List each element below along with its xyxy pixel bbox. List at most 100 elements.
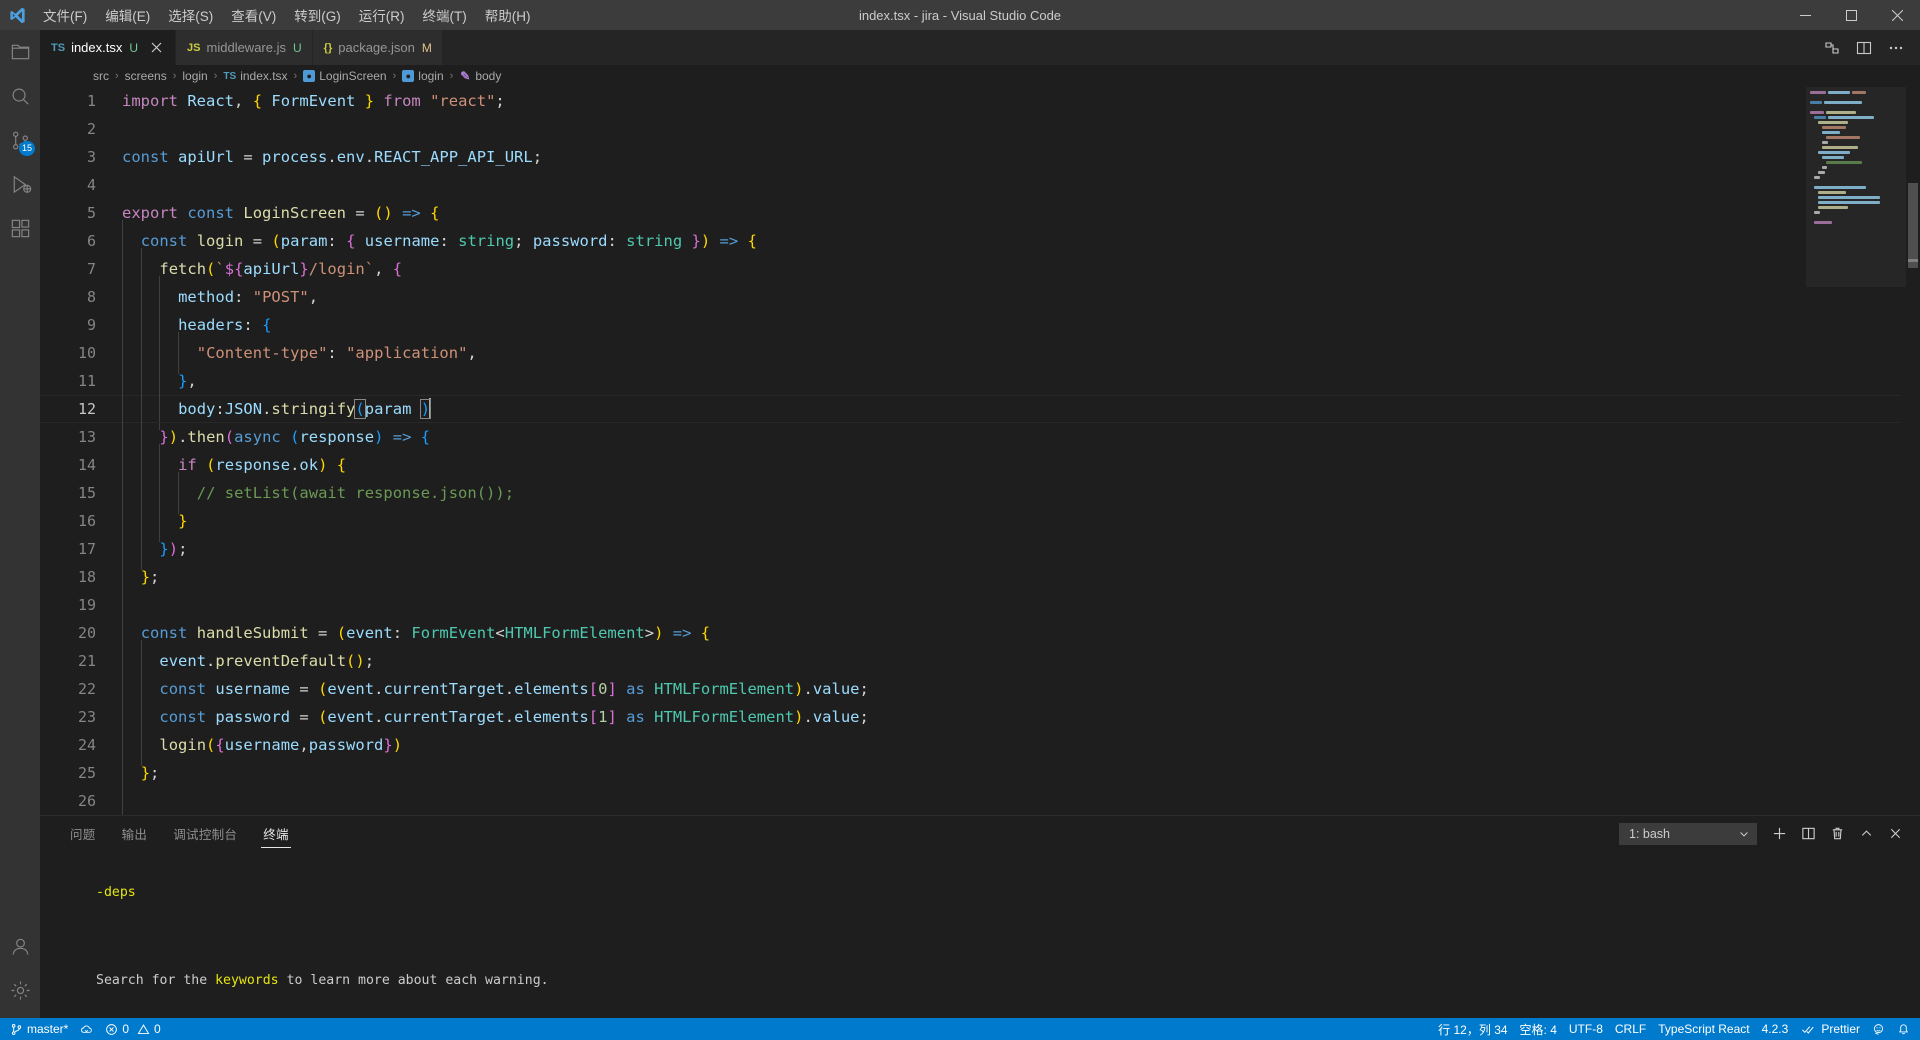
menu-go[interactable]: 转到(G) <box>285 0 350 30</box>
prettier-status[interactable]: Prettier <box>1794 1018 1866 1040</box>
code-line[interactable]: 8 method: "POST", <box>40 276 1920 318</box>
menu-bar[interactable]: 文件(F) 编辑(E) 选择(S) 查看(V) 转到(G) 运行(R) 终端(T… <box>34 0 540 30</box>
breadcrumb-label: LoginScreen <box>319 69 387 83</box>
split-editor-right-icon[interactable] <box>1850 34 1878 62</box>
code-line[interactable]: 2 <box>40 115 1920 143</box>
code-line[interactable]: 9 headers: { <box>40 304 1920 346</box>
line-number: 13 <box>77 428 96 446</box>
breadcrumb-label: body <box>475 69 502 83</box>
editor-indentation[interactable]: 空格: 4 <box>1514 1018 1563 1040</box>
code-line[interactable]: 7 fetch(`${apiUrl}/login`, { <box>40 248 1920 290</box>
settings-gear-icon[interactable] <box>0 968 40 1012</box>
breadcrumb-item-index-tsx[interactable]: TS index.tsx <box>221 69 289 83</box>
code-line[interactable]: 26 <box>40 780 1920 815</box>
code-scroll-region[interactable]: 1 import React, { FormEvent } from "react… <box>40 87 1920 815</box>
panel-tab-problems[interactable]: 问题 <box>60 816 106 851</box>
panel-tab-debug-console[interactable]: 调试控制台 <box>163 816 247 851</box>
run-and-debug-icon[interactable] <box>1818 34 1846 62</box>
line-number: 10 <box>77 344 96 362</box>
breadcrumb-item-screens[interactable]: screens <box>123 69 169 83</box>
code-line[interactable]: 6 const login = (param: { username: stri… <box>40 220 1920 262</box>
split-terminal-button[interactable] <box>1795 821 1821 847</box>
notifications-button[interactable] <box>1891 1018 1916 1040</box>
problems-indicator[interactable]: 0 0 <box>99 1018 166 1040</box>
breadcrumb-item-body[interactable]: ✎ body <box>457 69 503 83</box>
kill-terminal-button[interactable] <box>1824 821 1850 847</box>
extensions-icon[interactable] <box>0 206 40 250</box>
accounts-icon[interactable] <box>0 924 40 968</box>
code-line[interactable]: 20 const handleSubmit = (event: FormEven… <box>40 612 1920 654</box>
breadcrumb-separator: › <box>213 70 218 82</box>
tab-index-tsx[interactable]: TS index.tsx U <box>40 30 177 65</box>
code-line[interactable]: 19 <box>40 584 1920 626</box>
breadcrumb-label: screens <box>124 69 167 83</box>
maximize-panel-button[interactable] <box>1853 821 1879 847</box>
terminal-output[interactable]: -deps Search for the keywords to learn m… <box>40 851 1920 1018</box>
breadcrumb-item-loginscreen[interactable]: ● LoginScreen <box>301 69 388 83</box>
sync-changes-button[interactable] <box>74 1018 99 1040</box>
run-debug-icon[interactable] <box>0 162 40 206</box>
activity-bar: 15 <box>0 30 40 1018</box>
code-line[interactable]: 25 }; <box>40 752 1920 794</box>
code-line[interactable]: 17 }); <box>40 528 1920 570</box>
tab-middleware-js[interactable]: JS middleware.js U <box>176 30 313 65</box>
source-control-icon[interactable]: 15 <box>0 118 40 162</box>
code-line[interactable]: 23 const password = (event.currentTarget… <box>40 696 1920 738</box>
code-line[interactable]: 14 if (response.ok) { <box>40 444 1920 486</box>
tab-package-json[interactable]: {} package.json M <box>312 30 443 65</box>
overview-ruler-mark <box>1908 259 1918 262</box>
code-line[interactable]: 11 }, <box>40 360 1920 402</box>
editor-language[interactable]: TypeScript React <box>1652 1018 1755 1040</box>
code-line[interactable]: 10 "Content-type": "application", <box>40 332 1920 374</box>
terminal-select[interactable]: 1: bash <box>1619 822 1757 845</box>
minimize-button[interactable] <box>1782 0 1828 30</box>
editor-position[interactable]: 行 12，列 34 <box>1432 1018 1513 1040</box>
typescript-version[interactable]: 4.2.3 <box>1756 1018 1795 1040</box>
line-content: }).then(async (response) => { <box>122 416 1920 458</box>
code-line[interactable]: 18 }; <box>40 556 1920 598</box>
menu-file[interactable]: 文件(F) <box>34 0 96 30</box>
editor-encoding[interactable]: UTF-8 <box>1563 1018 1609 1040</box>
explorer-icon[interactable] <box>0 30 40 74</box>
warning-icon <box>137 1023 150 1034</box>
branch-indicator[interactable]: master* <box>4 1018 74 1040</box>
code-editor[interactable]: 1 import React, { FormEvent } from "react… <box>40 87 1920 815</box>
more-actions-icon[interactable] <box>1882 34 1910 62</box>
code-line[interactable]: 1 import React, { FormEvent } from "react… <box>40 87 1920 115</box>
source-control-icon <box>11 1023 22 1035</box>
breadcrumb-item-login-symbol[interactable]: ● login <box>400 69 445 83</box>
feedback-button[interactable] <box>1866 1018 1891 1040</box>
code-line[interactable]: 22 const username = (event.currentTarget… <box>40 668 1920 710</box>
menu-run[interactable]: 运行(R) <box>350 0 414 30</box>
breadcrumb-item-src[interactable]: src <box>91 69 111 83</box>
code-line[interactable]: 13 }).then(async (response) => { <box>40 416 1920 458</box>
editor-vertical-scrollbar[interactable] <box>1906 87 1920 815</box>
code-line[interactable]: 3 const apiUrl = process.env.REACT_APP_AP… <box>40 143 1920 171</box>
menu-edit[interactable]: 编辑(E) <box>96 0 159 30</box>
close-icon[interactable] <box>147 39 165 57</box>
search-icon[interactable] <box>0 74 40 118</box>
code-line[interactable]: 15 // setList(await response.json()); <box>40 472 1920 514</box>
breadcrumb-item-login-folder[interactable]: login <box>180 69 209 83</box>
line-content: const login = (param: { username: string… <box>122 220 1920 262</box>
editor-eol[interactable]: CRLF <box>1609 1018 1652 1040</box>
close-panel-button[interactable] <box>1882 821 1908 847</box>
maximize-button[interactable] <box>1828 0 1874 30</box>
menu-selection[interactable]: 选择(S) <box>159 0 222 30</box>
code-line[interactable]: 21 event.preventDefault(); <box>40 640 1920 682</box>
code-line[interactable]: 5 export const LoginScreen = () => { <box>40 199 1920 227</box>
panel-tab-terminal[interactable]: 终端 <box>253 816 299 851</box>
code-line[interactable]: 24 login({username,password}) <box>40 724 1920 766</box>
code-line[interactable]: 4 <box>40 171 1920 199</box>
menu-help[interactable]: 帮助(H) <box>476 0 540 30</box>
scrollbar-thumb[interactable] <box>1908 183 1918 268</box>
close-button[interactable] <box>1874 0 1920 30</box>
menu-terminal[interactable]: 终端(T) <box>414 0 476 30</box>
code-line-active[interactable]: 12 body:JSON.stringify(param ) <box>40 388 1920 430</box>
panel-tab-output[interactable]: 输出 <box>112 816 158 851</box>
editor-tabs: TS index.tsx U JS middleware.js U {} pac… <box>40 30 1920 65</box>
trash-icon <box>1832 827 1842 840</box>
menu-view[interactable]: 查看(V) <box>222 0 285 30</box>
new-terminal-button[interactable] <box>1766 821 1792 847</box>
code-line[interactable]: 16 } <box>40 500 1920 542</box>
